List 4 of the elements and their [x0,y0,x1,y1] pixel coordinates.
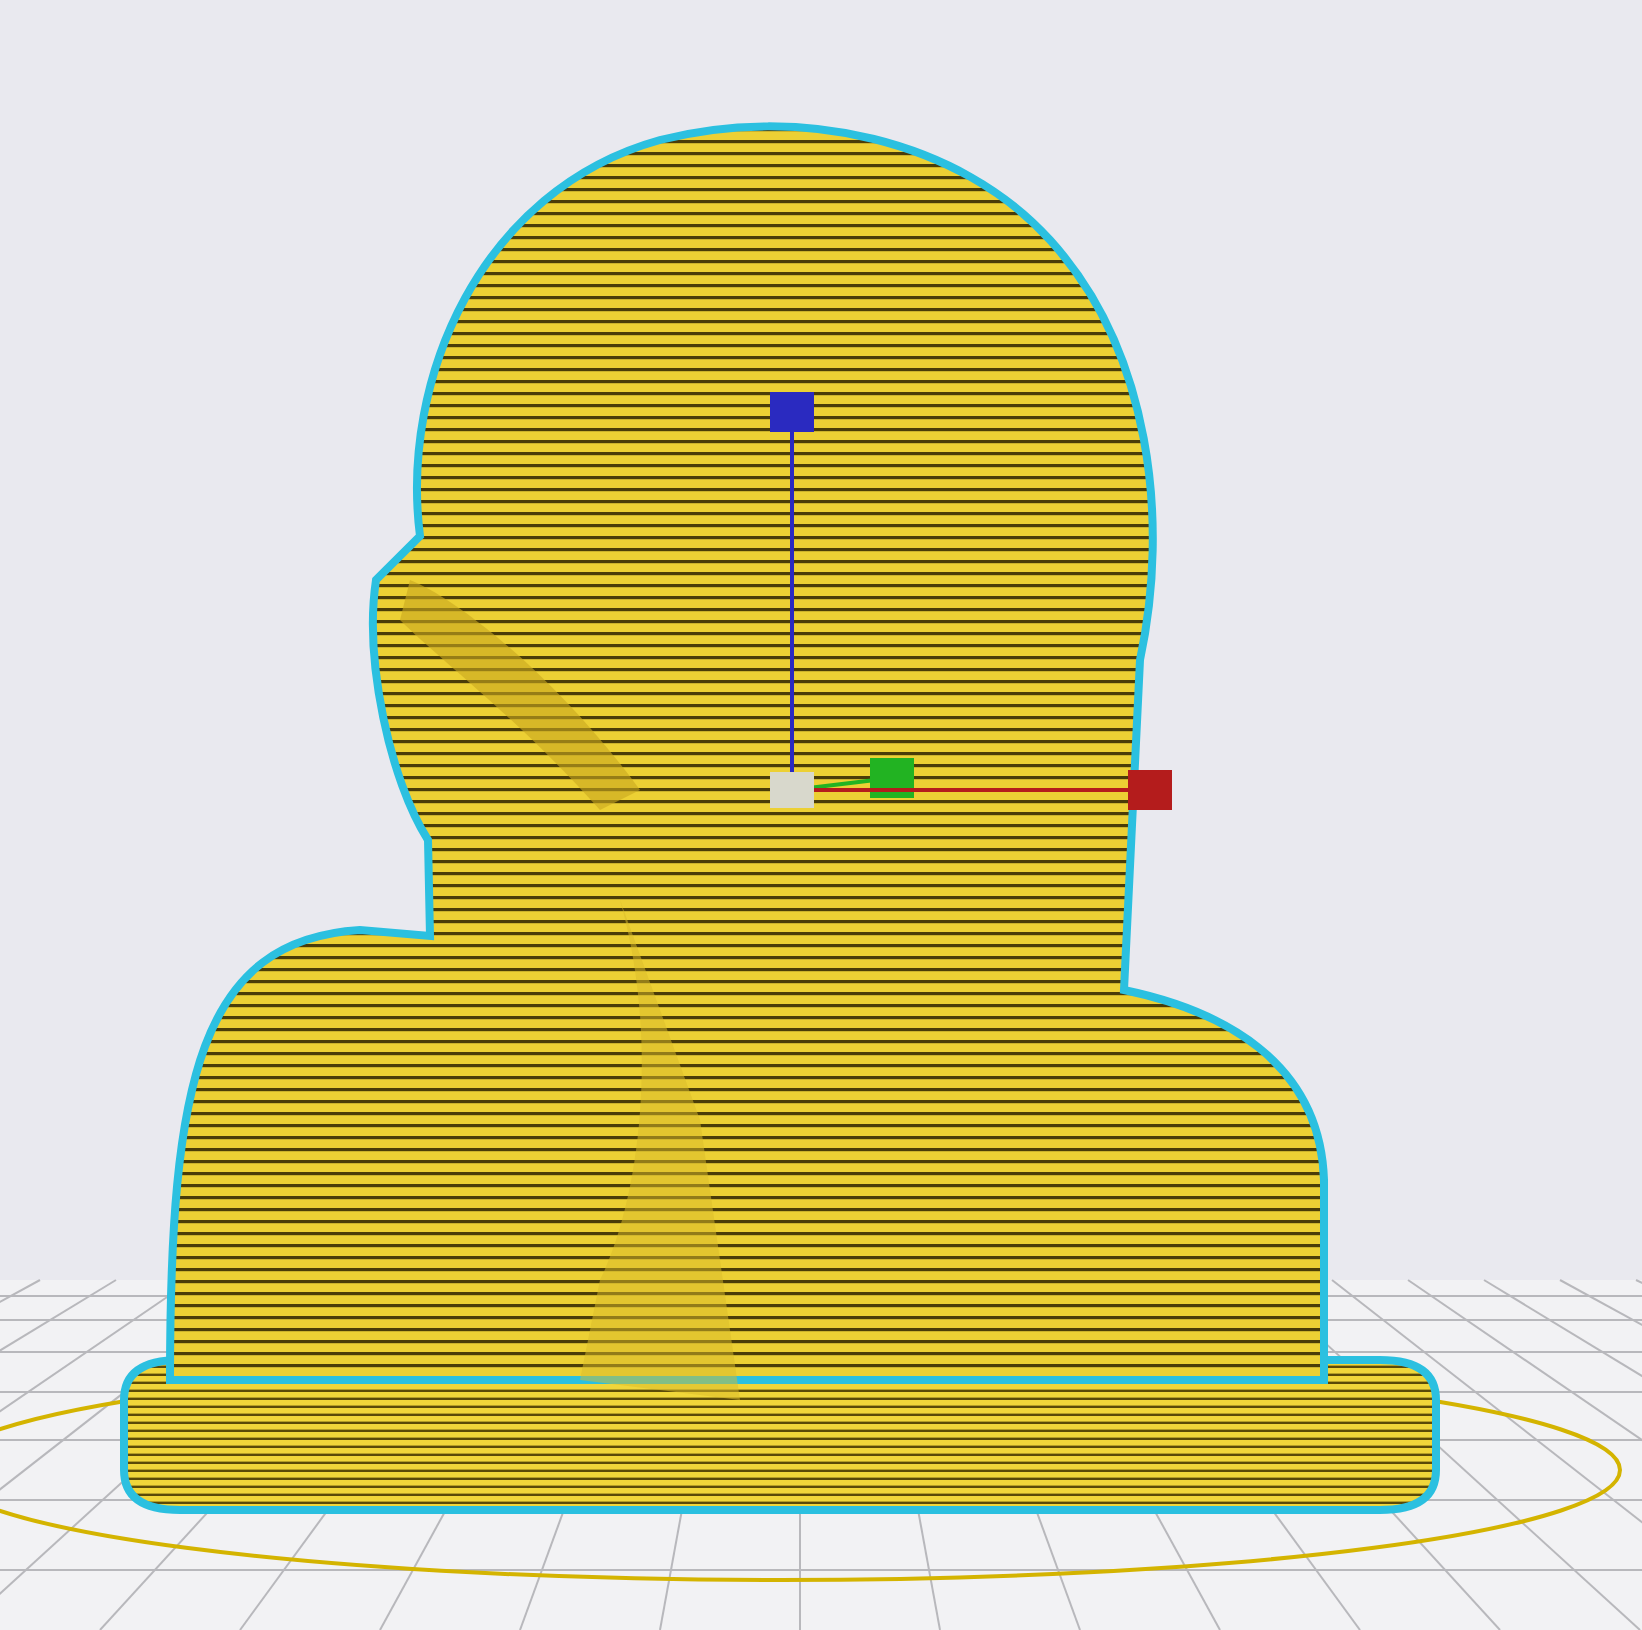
axis-handle[interactable] [870,758,914,798]
axis-handle[interactable] [770,392,814,432]
gizmo-center-handle[interactable] [770,772,814,808]
axis-handle[interactable] [1128,770,1172,810]
